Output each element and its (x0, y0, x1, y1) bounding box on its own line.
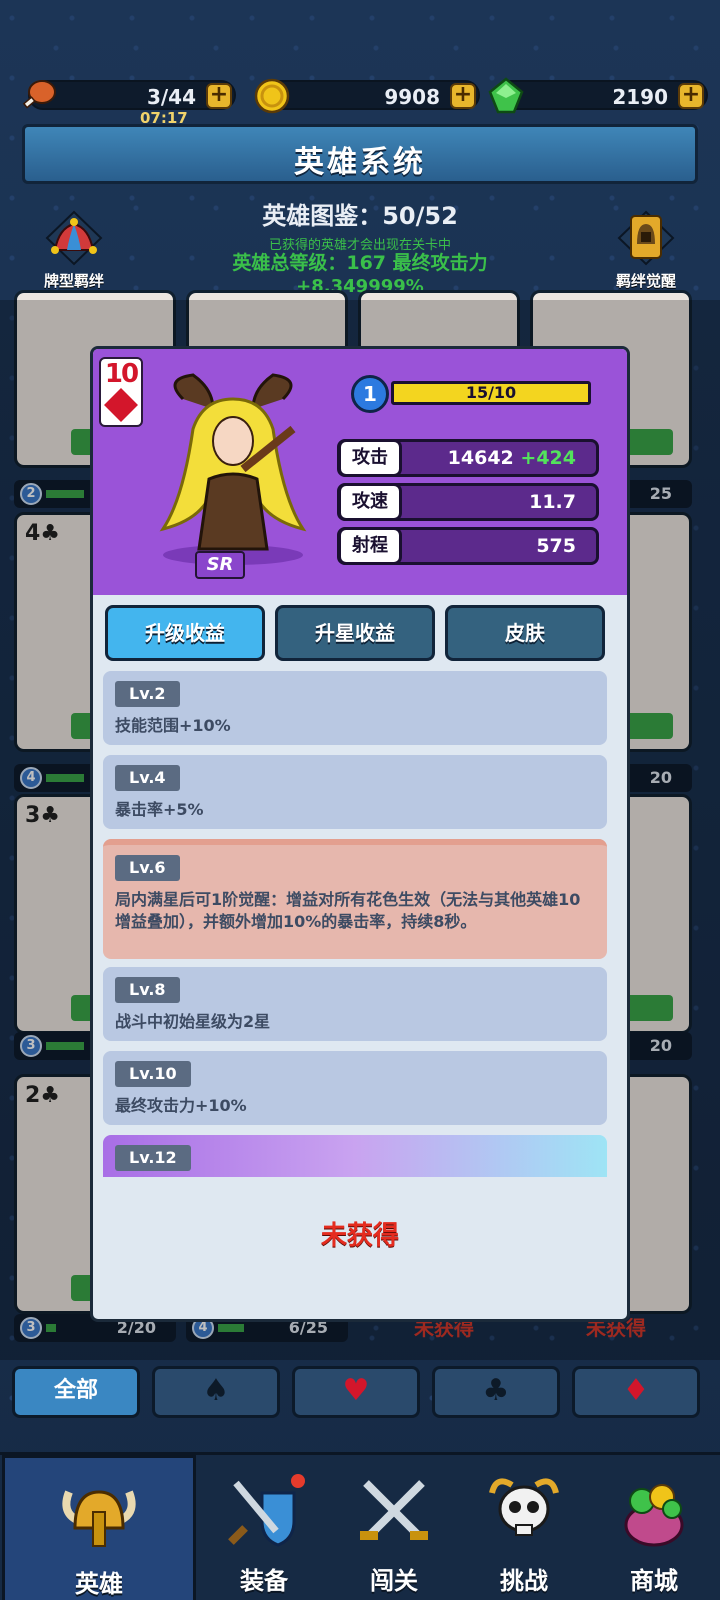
filter-diamond[interactable]: ♦ (572, 1366, 700, 1418)
heart-icon: ♥ (342, 1373, 370, 1408)
sword-shield-icon (228, 1474, 305, 1547)
bond-awaken-label: 羁绊觉醒 (615, 272, 676, 290)
hand-bond-label: 牌型羁绊 (43, 272, 104, 290)
nav-challenge-label: 挑战 (500, 1567, 548, 1595)
treasure-pot-icon (624, 1484, 684, 1547)
stat-attack-speed: 攻速 11.7 (337, 483, 599, 521)
gem-icon (488, 77, 524, 114)
stamina-counter: 3/44 + (22, 80, 236, 110)
nav-hero[interactable]: 英雄 (2, 1455, 196, 1600)
hero-xp-bar: 15/10 (391, 381, 591, 405)
filter-all[interactable]: 全部 (12, 1366, 140, 1418)
club-icon: ♣ (482, 1373, 510, 1408)
filter-club[interactable]: ♣ (432, 1366, 560, 1418)
hero-portrait (159, 373, 307, 565)
diamond-suit-icon (104, 388, 138, 422)
perk-item: Lv.4 暴击率+5% (103, 755, 607, 829)
crossed-swords-icon (360, 1480, 428, 1540)
jester-hat-icon (45, 210, 103, 266)
perk-item: Lv.2 技能范围+10% (103, 671, 607, 745)
nav-hero-label: 英雄 (75, 1570, 123, 1598)
resource-bar: 3/44 + 9908 + 2190 + (10, 76, 712, 116)
page-title: 英雄系统 (294, 145, 426, 180)
nav-stages[interactable]: 闯关 (330, 1455, 458, 1600)
nav-equipment-label: 装备 (240, 1567, 288, 1595)
tab-skins[interactable]: 皮肤 (445, 605, 605, 661)
tab-level-bonus[interactable]: 升级收益 (105, 605, 265, 661)
bottom-nav: 英雄 装备 闯关 挑战 商城 (0, 1452, 720, 1600)
nav-shop[interactable]: 商城 (590, 1455, 718, 1600)
perk-item-locked: Lv.12 (103, 1135, 607, 1177)
viking-helmet-icon (62, 1490, 136, 1547)
not-obtained-status: 未获得 (320, 1221, 399, 1251)
tab-star-bonus[interactable]: 升星收益 (275, 605, 435, 661)
card-rank-badge: 10 (99, 357, 143, 427)
filter-spade[interactable]: ♠ (152, 1366, 280, 1418)
coin-icon (254, 78, 290, 114)
add-gem-button[interactable]: + (678, 83, 704, 109)
perk-item-highlighted: Lv.6 局内满星后可1阶觉醒：增益对所有花色生效（无法与其他英雄10增益叠加）… (103, 839, 607, 959)
perk-item: Lv.8 战斗中初始星级为2星 (103, 967, 607, 1041)
add-gold-button[interactable]: + (450, 83, 476, 109)
drumstick-icon (22, 80, 56, 109)
title-banner: 英雄系统 (22, 124, 698, 184)
gold-counter: 9908 + (254, 78, 480, 114)
hero-level: 1 (351, 375, 389, 413)
nav-challenge[interactable]: 挑战 (460, 1455, 588, 1600)
gem-counter: 2190 + (488, 77, 708, 114)
spade-icon: ♠ (202, 1373, 230, 1408)
nav-shop-label: 商城 (630, 1567, 678, 1595)
skull-icon (489, 1478, 559, 1536)
nav-stages-label: 闯关 (370, 1567, 418, 1595)
gem-value: 2190 (612, 85, 668, 109)
diamond-icon: ♦ (622, 1373, 650, 1408)
hero-detail-modal: 10 SR 1 15/10 攻击 14642 +424 攻速 11.7 射程 5… (90, 346, 630, 1322)
nav-equipment[interactable]: 装备 (200, 1455, 328, 1600)
stat-range: 射程 575 (337, 527, 599, 565)
rarity-badge: SR (195, 551, 245, 579)
stamina-value: 3/44 (146, 85, 196, 109)
filter-heart[interactable]: ♥ (292, 1366, 420, 1418)
bond-awaken-button[interactable]: 羁绊觉醒 (596, 210, 696, 291)
add-stamina-button[interactable]: + (206, 83, 232, 109)
hand-bond-button[interactable]: 牌型羁绊 (24, 210, 124, 291)
hero-header-panel: 10 SR 1 15/10 攻击 14642 +424 攻速 11.7 射程 5… (93, 349, 627, 595)
gold-value: 9908 (384, 85, 440, 109)
stat-attack: 攻击 14642 +424 (337, 439, 599, 477)
perk-item: Lv.10 最终攻击力+10% (103, 1051, 607, 1125)
helmet-card-icon (617, 210, 675, 266)
